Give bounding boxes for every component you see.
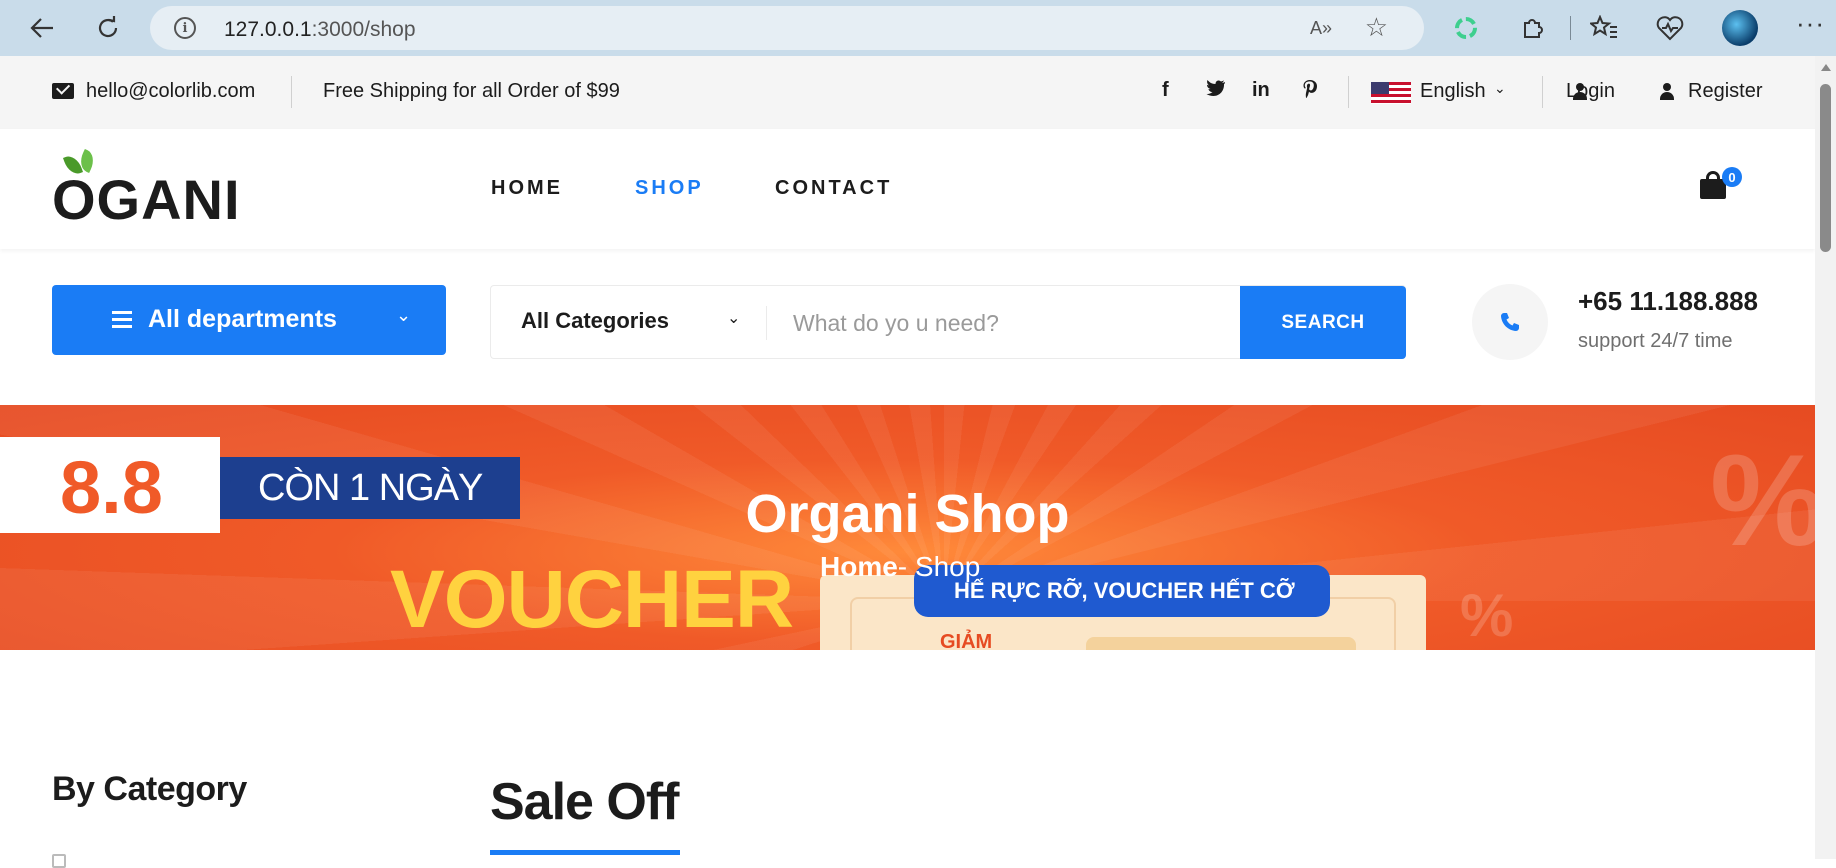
breadcrumb-home[interactable]: Home	[820, 551, 898, 582]
site-logo[interactable]: OGANI	[52, 167, 241, 232]
envelope-icon	[52, 83, 74, 99]
facebook-icon[interactable]: f	[1162, 79, 1169, 102]
chevron-down-icon[interactable]: ⌄	[1494, 80, 1506, 97]
search-button[interactable]: SEARCH	[1240, 286, 1406, 359]
menu-icon	[112, 311, 132, 329]
main-header: OGANI HOME SHOP CONTACT 0	[0, 129, 1815, 249]
all-departments-button[interactable]: All departments ⌄	[52, 285, 446, 355]
divider	[1348, 76, 1349, 108]
page-scrollbar[interactable]	[1815, 56, 1836, 859]
favorite-star-icon[interactable]: ☆	[1365, 12, 1388, 43]
scrollbar-thumb[interactable]	[1820, 84, 1831, 252]
shop-banner: 8.8 CÒN 1 NGÀY VOUCHER % % HẾ RỰC RỠ, VO…	[0, 405, 1815, 650]
pinterest-icon[interactable]	[1302, 79, 1318, 105]
nav-contact[interactable]: CONTACT	[775, 177, 892, 200]
by-category-heading: By Category	[52, 770, 247, 808]
cart-count-badge: 0	[1722, 167, 1742, 187]
language-selector[interactable]: English	[1420, 80, 1486, 103]
voucher-giam-text: GIẢM	[940, 631, 993, 650]
browser-essentials-icon[interactable]	[1654, 12, 1686, 44]
chevron-down-icon[interactable]: ⌄	[727, 308, 740, 328]
support-hours: support 24/7 time	[1578, 330, 1733, 352]
category-select[interactable]: All Categories	[521, 308, 669, 334]
scroll-up-icon[interactable]	[1821, 64, 1831, 71]
sale-off-heading: Sale Off	[490, 773, 679, 831]
contact-email: hello@colorlib.com	[86, 80, 256, 102]
read-aloud-icon[interactable]: A»	[1310, 18, 1332, 39]
nav-home[interactable]: HOME	[491, 177, 563, 200]
refresh-icon[interactable]	[90, 10, 126, 46]
top-info-bar: hello@colorlib.com Free Shipping for all…	[0, 56, 1815, 129]
url-host: 127.0.0.1	[224, 18, 312, 41]
category-checkbox[interactable]	[52, 854, 66, 868]
extensions-puzzle-icon[interactable]	[1516, 12, 1548, 44]
shopping-bag-body	[1700, 179, 1726, 199]
divider	[291, 76, 292, 108]
voucher-pill	[1086, 637, 1356, 650]
phone-icon	[1472, 284, 1548, 360]
toolbar-separator	[1570, 16, 1571, 40]
login-link[interactable]: Login	[1566, 80, 1615, 103]
heading-underline	[490, 850, 680, 855]
address-bar[interactable]: i 127.0.0.1:3000/shop A» ☆	[150, 6, 1424, 50]
breadcrumb-separator: -	[897, 551, 908, 582]
url-text[interactable]: 127.0.0.1:3000/shop	[224, 18, 416, 42]
user-icon	[1660, 83, 1674, 100]
breadcrumb: Home- Shop	[820, 551, 980, 583]
back-icon[interactable]	[24, 10, 60, 46]
divider	[766, 306, 767, 340]
url-path: :3000/shop	[311, 18, 416, 41]
profile-avatar[interactable]	[1722, 10, 1758, 46]
extension-copilot-icon[interactable]	[1450, 12, 1482, 44]
browser-toolbar: i 127.0.0.1:3000/shop A» ☆ ···	[0, 0, 1836, 56]
percent-decoration: %	[1460, 582, 1514, 649]
us-flag-icon[interactable]	[1371, 82, 1411, 104]
promo-voucher-text: VOUCHER	[390, 554, 794, 645]
divider	[1542, 76, 1543, 108]
more-options-icon[interactable]: ···	[1796, 8, 1825, 39]
cart-button[interactable]: 0	[1698, 167, 1742, 201]
all-departments-label: All departments	[148, 305, 337, 333]
login-label[interactable]: Login	[1566, 80, 1615, 102]
page-title: Organi Shop	[745, 484, 1070, 544]
free-shipping-text: Free Shipping for all Order of $99	[323, 80, 620, 102]
support-phone: +65 11.188.888	[1578, 286, 1759, 316]
nav-shop[interactable]: SHOP	[635, 177, 704, 200]
linkedin-icon[interactable]: in	[1252, 79, 1270, 102]
twitter-icon[interactable]	[1206, 79, 1226, 103]
search-input[interactable]	[793, 304, 1213, 342]
voucher-ribbon-text: HẾ RỰC RỠ, VOUCHER HẾT CỠ	[954, 578, 1295, 603]
register-link[interactable]: Register	[1688, 80, 1762, 103]
favorites-icon[interactable]	[1588, 12, 1620, 44]
chevron-down-icon: ⌄	[396, 305, 412, 325]
site-info-icon[interactable]: i	[174, 17, 196, 39]
breadcrumb-current: Shop	[914, 551, 981, 582]
